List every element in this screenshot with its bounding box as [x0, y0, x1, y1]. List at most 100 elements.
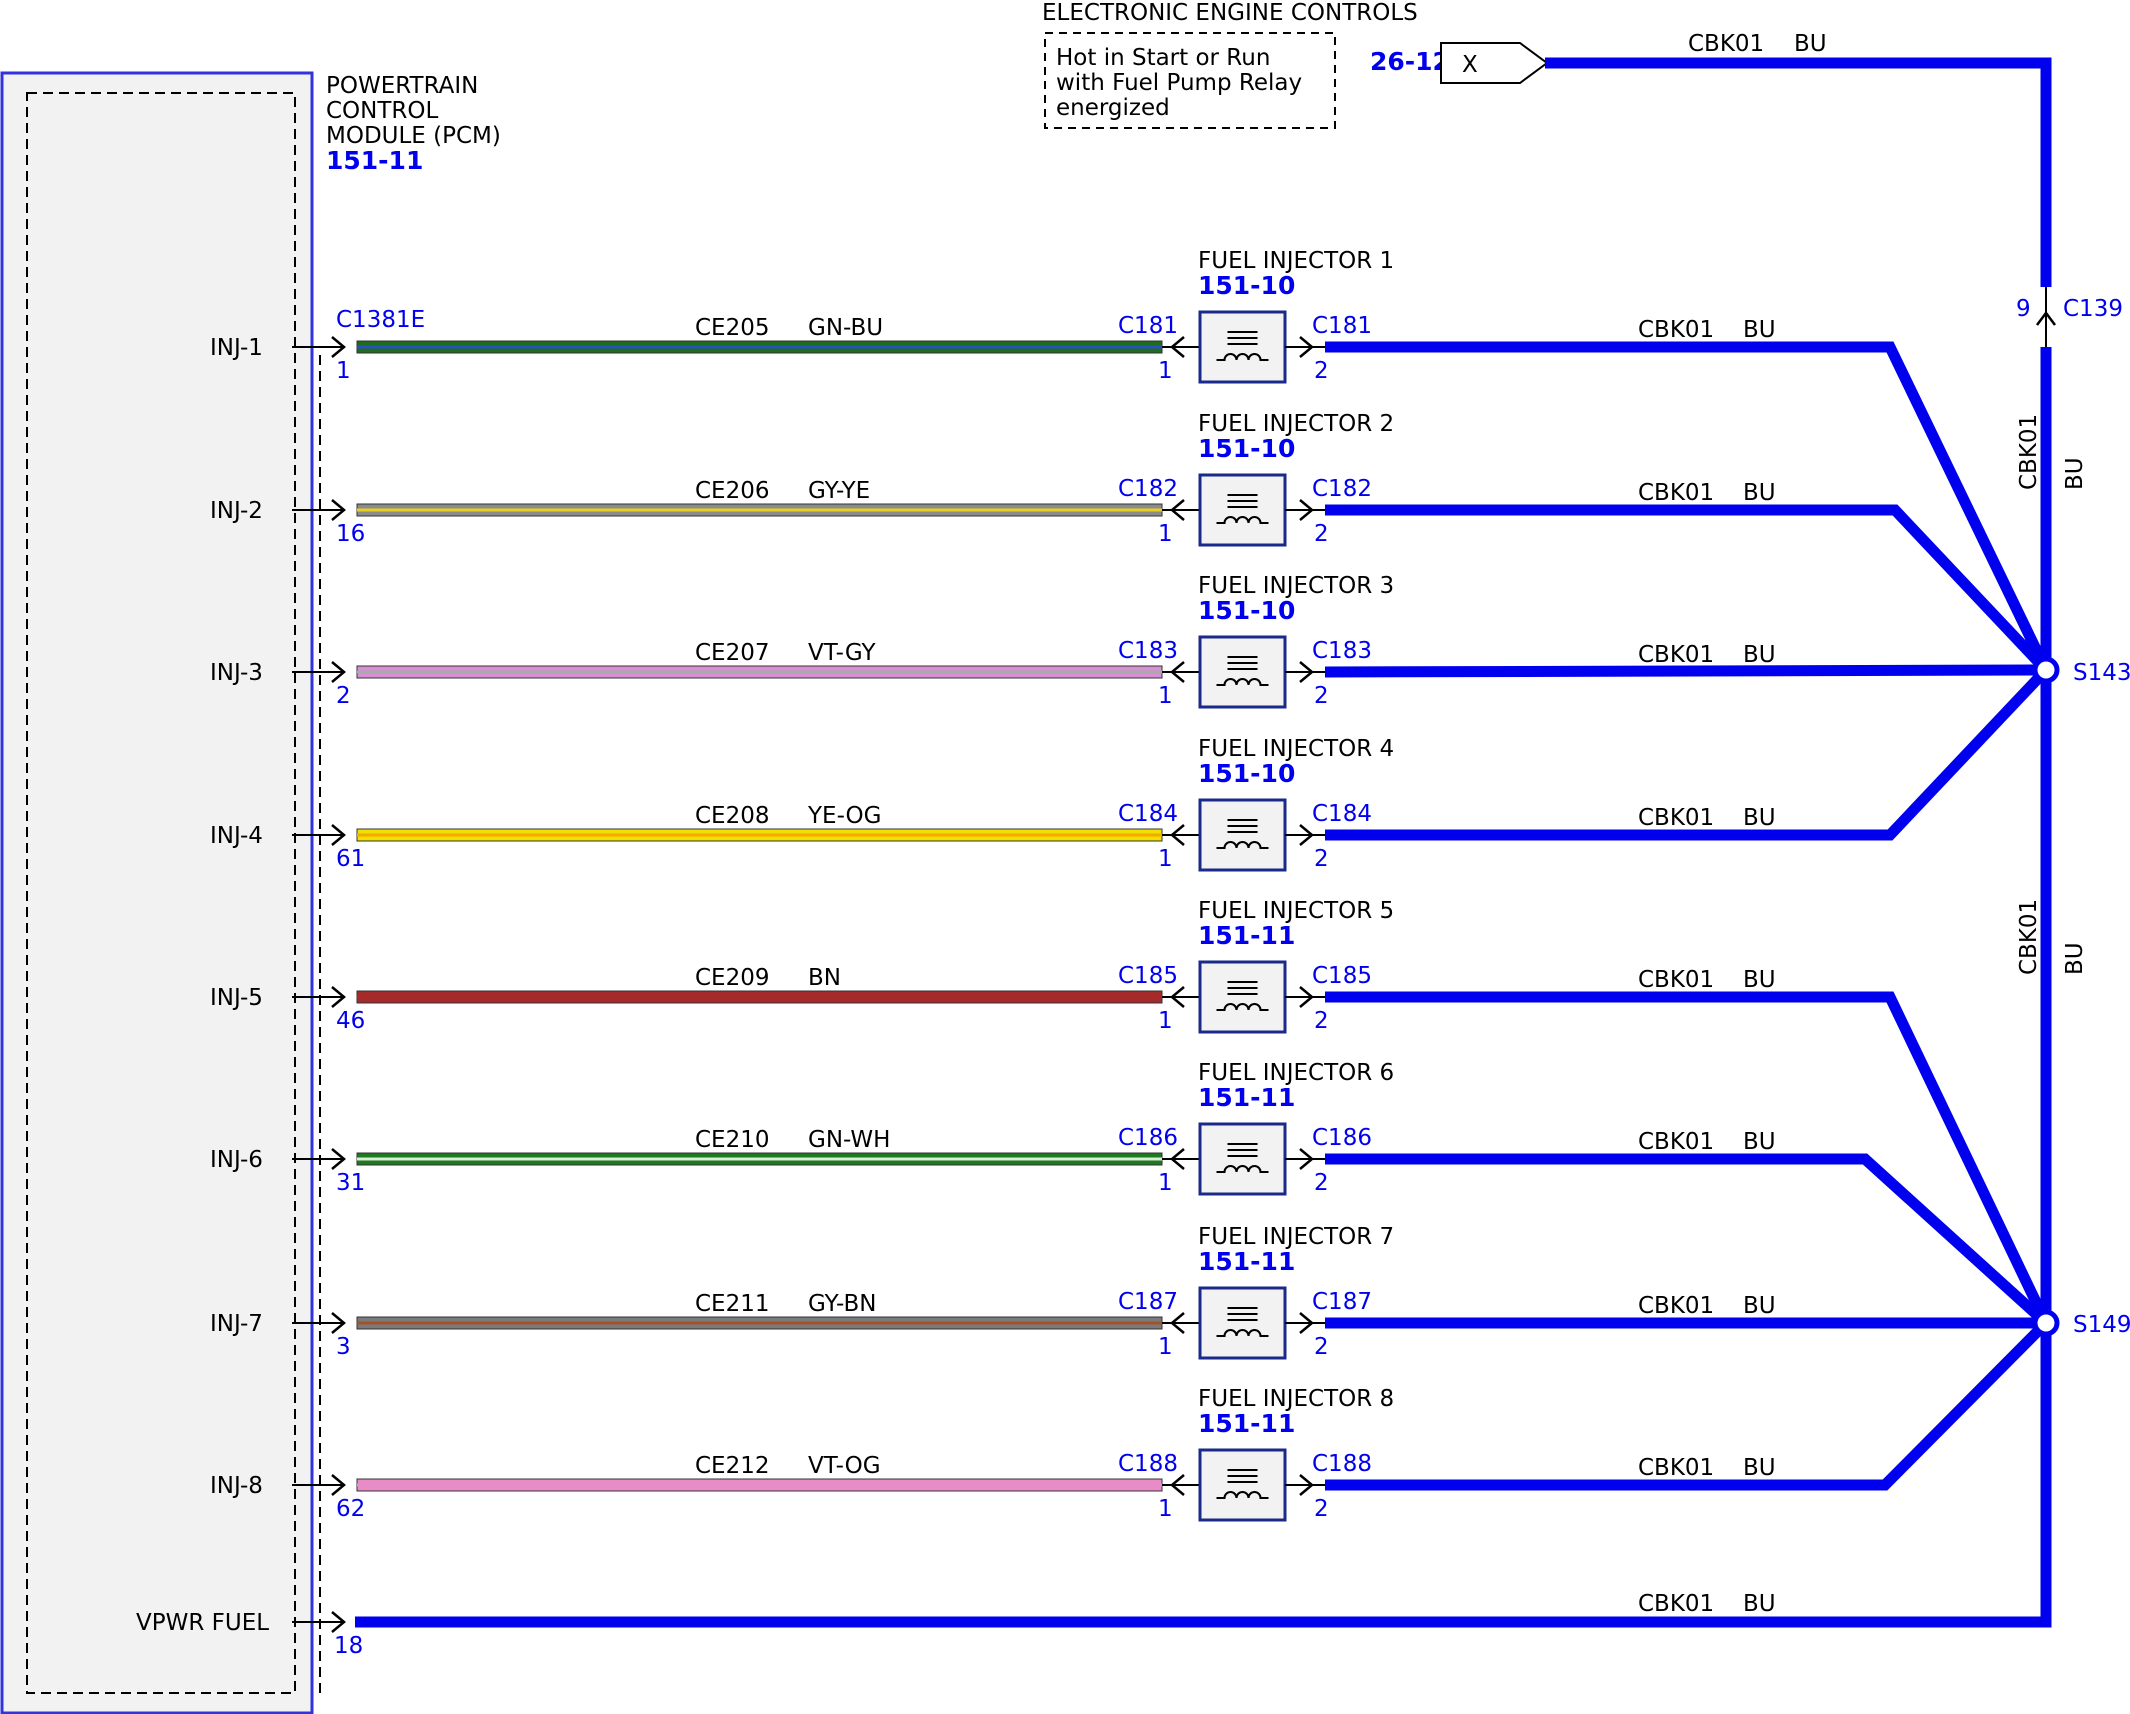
wiring-diagram: ELECTRONIC ENGINE CONTROLS Hot in Start …: [0, 0, 2130, 1714]
pcm-pin-label: INJ-1: [210, 335, 263, 361]
pcm-pin-number: 62: [336, 1496, 365, 1522]
injector-connector-right: C186: [1312, 1125, 1372, 1151]
output-color-label: BU: [1743, 805, 1776, 831]
splice-s149-label: S149: [2073, 1312, 2130, 1338]
vpwr-wire: [355, 1616, 2052, 1628]
injector-box: [1198, 798, 1287, 872]
signal-wire-color-label: BN: [808, 965, 841, 991]
injector-ref-link[interactable]: 151-10: [1198, 434, 1295, 463]
pcm-pin-label: INJ-3: [210, 660, 263, 686]
note-line-2: with Fuel Pump Relay: [1056, 70, 1302, 96]
c139-pin: 9: [2016, 296, 2031, 322]
signal-circuit-label: CE206: [695, 478, 770, 504]
pcm-pin-label: INJ-6: [210, 1147, 263, 1173]
signal-circuit-label: CE211: [695, 1291, 770, 1317]
pcm-pin-label: INJ-8: [210, 1473, 263, 1499]
injector-row-2: INJ-216CE206 GY-YE C1821FUEL INJECTOR 2151…: [210, 411, 1776, 547]
injector-pin-in: 1: [1158, 1008, 1173, 1034]
output-circuit-label: CBK01: [1638, 317, 1714, 343]
source-circuit-label: CBK01: [1688, 31, 1764, 57]
pcm-pin-number: 2: [336, 683, 351, 709]
signal-wire-color-label: GY-BN: [808, 1291, 876, 1317]
injector-row-8: INJ-862CE212 VT-OG C1881FUEL INJECTOR 8151…: [210, 1386, 1776, 1522]
injector-connector-right: C185: [1312, 963, 1372, 989]
injector-ref-link[interactable]: 151-11: [1198, 921, 1295, 950]
signal-circuit-label: CE209: [695, 965, 770, 991]
injector-connector-right: C188: [1312, 1451, 1372, 1477]
injector-connector-left: C182: [1118, 476, 1178, 502]
injector-ref-link[interactable]: 151-10: [1198, 596, 1295, 625]
output-color-label: BU: [1743, 317, 1776, 343]
vpwr-color-label: BU: [1743, 1591, 1776, 1617]
injector-box: [1198, 1448, 1287, 1522]
note-line-1: Hot in Start or Run: [1056, 45, 1270, 71]
injector-ref-link[interactable]: 151-10: [1198, 759, 1295, 788]
injector-connector-left: C186: [1118, 1125, 1178, 1151]
source-symbol-text: X: [1462, 52, 1478, 78]
signal-wire-color-label: VT-OG: [808, 1453, 881, 1479]
injector-rows: INJ-11CE205 GN-BU C1811FUEL INJECTOR 1151-…: [210, 248, 1776, 1633]
pcm-name-line-2: CONTROL: [326, 98, 439, 124]
signal-wire-color-label: GN-BU: [808, 315, 883, 341]
signal-wire-color-label: GY-YE: [808, 478, 870, 504]
output-wire-cbk01: [1324, 664, 2047, 678]
injector-pin-out: 2: [1314, 683, 1329, 709]
injector-pin-out: 2: [1314, 1334, 1329, 1360]
vpwr-pcm-label: VPWR FUEL: [136, 1610, 269, 1636]
signal-circuit-label: CE212: [695, 1453, 770, 1479]
riser-upper-color: BU: [2062, 457, 2088, 490]
pcm-ref-link[interactable]: 151-11: [326, 146, 423, 175]
riser-upper-circuit: CBK01: [2016, 414, 2042, 490]
injector-ref-link[interactable]: 151-11: [1198, 1247, 1295, 1276]
output-circuit-label: CBK01: [1638, 805, 1714, 831]
source-color-label: BU: [1794, 31, 1827, 57]
injector-ref-link[interactable]: 151-11: [1198, 1409, 1295, 1438]
riser-lower-color: BU: [2062, 942, 2088, 975]
feed-wire-cbk01: [1545, 57, 2052, 287]
injector-pin-in: 1: [1158, 521, 1173, 547]
pcm-pin-label: INJ-5: [210, 985, 263, 1011]
note-line-3: energized: [1056, 95, 1170, 121]
injector-row-4: INJ-461CE208 YE-OG C1841FUEL INJECTOR 4151…: [210, 736, 1776, 872]
pcm-connector-id: C1381E: [336, 307, 425, 333]
injector-pin-in: 1: [1158, 358, 1173, 384]
signal-circuit-label: CE205: [695, 315, 770, 341]
pcm-pin-number: 61: [336, 846, 365, 872]
injector-pin-out: 2: [1314, 846, 1329, 872]
pcm-pin-number: 3: [336, 1334, 351, 1360]
output-color-label: BU: [1743, 642, 1776, 668]
pcm-pin-label: INJ-7: [210, 1311, 263, 1337]
pcm-pin-label: INJ-2: [210, 498, 263, 524]
source-ref-link[interactable]: 26-12: [1370, 47, 1450, 76]
diagram-title: ELECTRONIC ENGINE CONTROLS: [1042, 0, 1418, 26]
splice-dot: [2032, 656, 2060, 684]
injector-ref-link[interactable]: 151-11: [1198, 1083, 1295, 1112]
injector-pin-out: 2: [1314, 1008, 1329, 1034]
signal-circuit-label: CE210: [695, 1127, 770, 1153]
splice-dot: [2032, 1309, 2060, 1337]
output-color-label: BU: [1743, 1293, 1776, 1319]
output-circuit-label: CBK01: [1638, 967, 1714, 993]
output-color-label: BU: [1743, 1455, 1776, 1481]
pcm-pin-number: 46: [336, 1008, 365, 1034]
pcm-pin-number: 31: [336, 1170, 365, 1196]
output-circuit-label: CBK01: [1638, 480, 1714, 506]
injector-row-1: INJ-11CE205 GN-BU C1811FUEL INJECTOR 1151-…: [210, 248, 1776, 384]
injector-row-6: INJ-631CE210 GN-WH C1861FUEL INJECTOR 6151…: [210, 1060, 1776, 1196]
source-connector-symbol: [1440, 42, 1549, 84]
injector-connector-left: C183: [1118, 638, 1178, 664]
injector-box: [1198, 960, 1287, 1034]
injector-box: [1198, 1286, 1287, 1360]
injector-pin-out: 2: [1314, 521, 1329, 547]
injector-connector-left: C187: [1118, 1289, 1178, 1315]
pcm-pin-number: 16: [336, 521, 365, 547]
injector-box: [1198, 635, 1287, 709]
injector-pin-in: 1: [1158, 1334, 1173, 1360]
output-circuit-label: CBK01: [1638, 1129, 1714, 1155]
output-circuit-label: CBK01: [1638, 1455, 1714, 1481]
injector-ref-link[interactable]: 151-10: [1198, 271, 1295, 300]
injector-connector-right: C187: [1312, 1289, 1372, 1315]
injector-connector-left: C184: [1118, 801, 1178, 827]
injector-box: [1198, 310, 1287, 384]
splice-s143-label: S143: [2073, 660, 2130, 686]
